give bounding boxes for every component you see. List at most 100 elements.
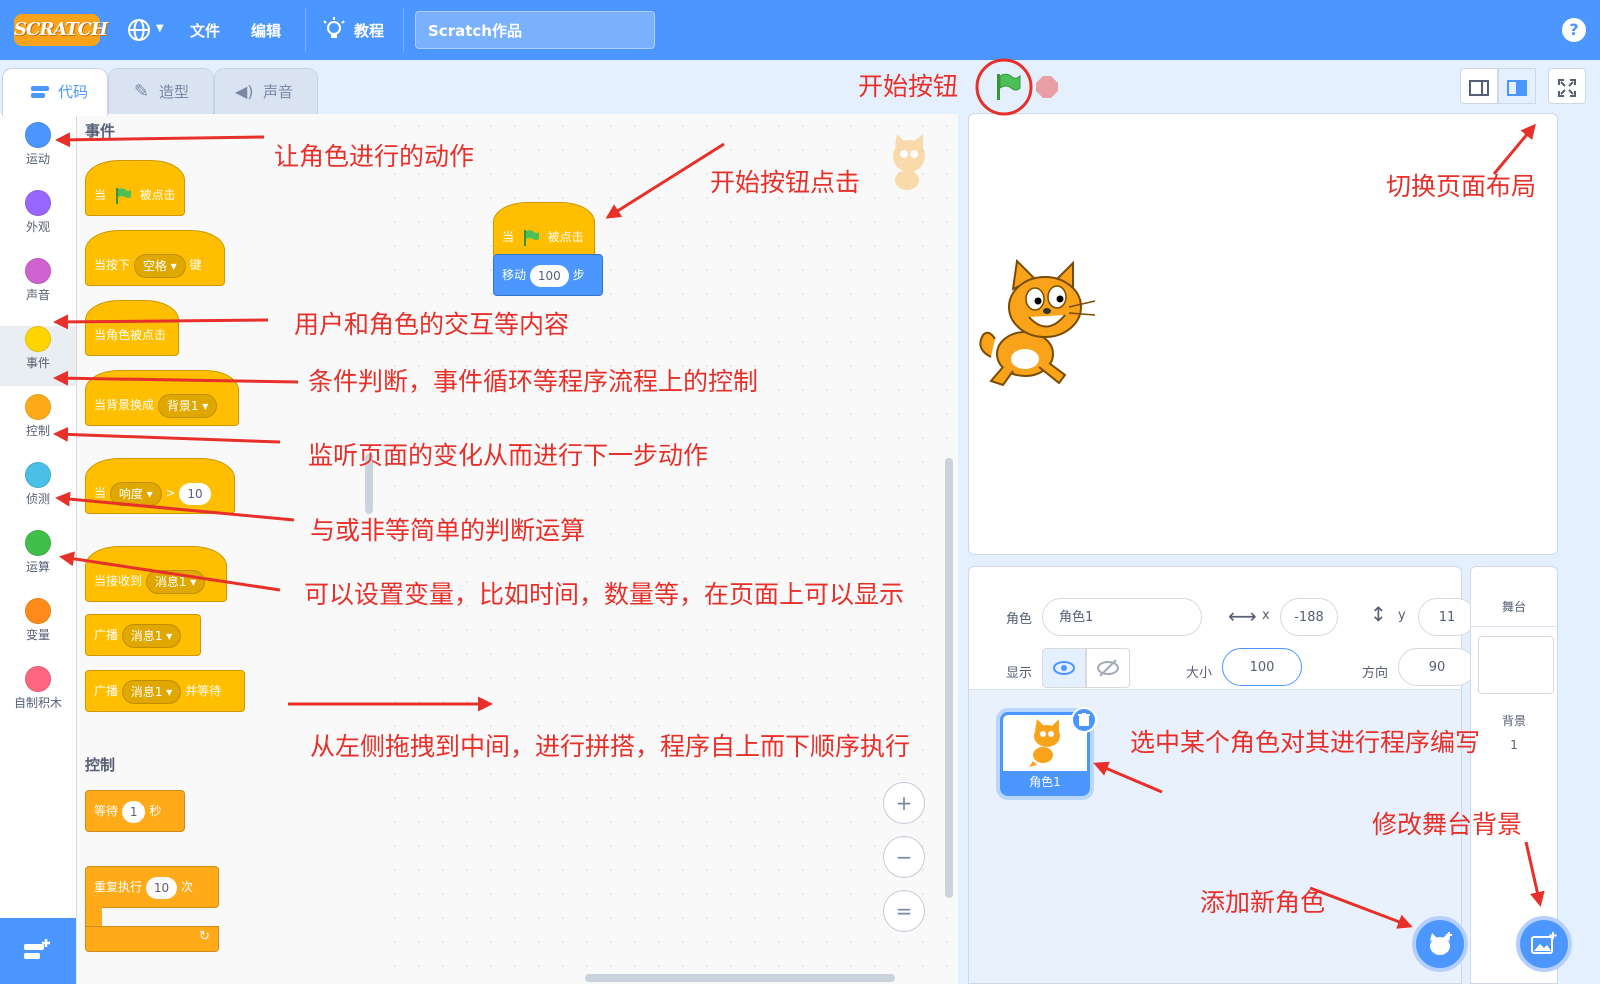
add-backdrop-button[interactable] xyxy=(1516,916,1572,972)
script-workspace[interactable]: 当 被点击 移动 100 步 + − = xyxy=(383,114,958,984)
category-dot xyxy=(25,666,51,692)
block-when-greater-than[interactable]: 当 响度 ▾ > 10 xyxy=(85,458,235,514)
sprite-name-input[interactable]: 角色1 xyxy=(1042,598,1202,636)
zoom-out-button[interactable]: − xyxy=(883,836,925,878)
key-dropdown[interactable]: 空格 ▾ xyxy=(133,253,186,278)
sprite-tile-label: 角色1 xyxy=(1003,771,1087,793)
stop-button[interactable] xyxy=(1036,76,1058,98)
annotation-operators: 与或非等简单的判断运算 xyxy=(310,516,586,545)
message-dropdown[interactable]: 消息1 ▾ xyxy=(121,623,182,648)
sprite-thumbnail-icon xyxy=(893,134,925,190)
block-when-receive[interactable]: 当接收到 消息1 ▾ xyxy=(85,546,227,602)
category-my-blocks[interactable]: 自制积木 xyxy=(0,666,76,726)
block-text: 当角色被点击 xyxy=(94,328,167,342)
annotation-start-button: 开始按钮 xyxy=(858,72,959,101)
tab-costumes[interactable]: ✎ 造型 xyxy=(108,68,214,114)
dropdown-value: 背景1 xyxy=(166,398,199,413)
tab-sounds-label: 声音 xyxy=(263,83,294,101)
value-input[interactable]: 10 xyxy=(145,876,178,899)
backdrops-label: 背景 xyxy=(1501,714,1526,728)
block-when-backdrop-switches[interactable]: 当背景换成 背景1 ▾ xyxy=(85,370,239,426)
value-input[interactable]: 10 xyxy=(179,482,211,505)
large-stage-icon xyxy=(1507,79,1527,96)
x-position-icon: ⟷ xyxy=(1228,604,1257,628)
sensor-dropdown[interactable]: 响度 ▾ xyxy=(109,481,162,506)
show-hidden-button[interactable] xyxy=(1086,648,1130,688)
add-extension-button[interactable] xyxy=(0,918,76,984)
help-button[interactable]: ? xyxy=(1562,18,1586,42)
stop-icon xyxy=(1036,76,1058,98)
block-text: 广播 xyxy=(94,684,119,698)
backdrop-dropdown[interactable]: 背景1 ▾ xyxy=(157,393,218,418)
delete-sprite-button[interactable] xyxy=(1071,707,1097,733)
tab-sounds[interactable]: ◀) 声音 xyxy=(214,68,318,114)
block-wait[interactable]: 等待 1 秒 xyxy=(85,790,185,832)
workspace-horizontal-scrollbar[interactable] xyxy=(585,974,895,982)
category-dot xyxy=(25,122,51,148)
direction-input[interactable]: 90 xyxy=(1398,648,1476,686)
language-menu[interactable]: ▼ xyxy=(126,17,168,43)
category-control[interactable]: 控制 xyxy=(0,394,76,454)
edit-menu[interactable]: 编辑 xyxy=(251,20,281,41)
category-variables[interactable]: 变量 xyxy=(0,598,76,658)
cat-sprite[interactable] xyxy=(973,259,1103,394)
tutorials-menu[interactable]: 教程 xyxy=(322,17,392,43)
category-dot xyxy=(25,462,51,488)
tab-code[interactable]: 代码 xyxy=(2,68,108,116)
y-position-input[interactable]: 11 xyxy=(1418,598,1476,636)
category-dot xyxy=(25,598,51,624)
fullscreen-button[interactable] xyxy=(1548,68,1586,104)
add-sprite-button[interactable] xyxy=(1412,916,1468,972)
category-sensing[interactable]: 侦测 xyxy=(0,462,76,522)
block-broadcast-and-wait[interactable]: 广播 消息1 ▾ 并等待 xyxy=(85,670,245,712)
block-broadcast[interactable]: 广播 消息1 ▾ xyxy=(85,614,201,656)
category-label: 运算 xyxy=(25,560,50,574)
category-dot xyxy=(25,258,51,284)
script-block-when-flag-clicked[interactable]: 当 被点击 xyxy=(493,202,595,258)
y-position-icon: ↕ xyxy=(1370,602,1387,626)
category-looks[interactable]: 外观 xyxy=(0,190,76,250)
block-palette: 事件 当 被点击 当按下 空格 ▾ 键 当角色被点击 当背景换成 背景1 ▾ 当… xyxy=(77,114,384,984)
category-label: 变量 xyxy=(25,628,50,642)
block-text: 当 xyxy=(94,486,107,500)
block-when-flag-clicked[interactable]: 当 被点击 xyxy=(85,160,185,216)
add-sprite-icon xyxy=(1430,932,1452,955)
category-operators[interactable]: 运算 xyxy=(0,530,76,590)
zoom-in-button[interactable]: + xyxy=(883,782,925,824)
file-menu[interactable]: 文件 xyxy=(190,20,220,41)
category-label: 侦测 xyxy=(25,492,50,506)
category-label: 自制积木 xyxy=(13,696,62,710)
script-block-move[interactable]: 移动 100 步 xyxy=(493,254,603,296)
small-stage-button[interactable] xyxy=(1460,68,1498,104)
size-input[interactable]: 100 xyxy=(1222,648,1302,686)
category-motion[interactable]: 运动 xyxy=(0,122,76,182)
show-visible-button[interactable] xyxy=(1042,648,1086,688)
project-title-input[interactable]: Scratch作品 xyxy=(415,11,655,49)
category-label: 外观 xyxy=(25,220,50,234)
menu-bar xyxy=(0,0,1600,60)
green-flag-button[interactable] xyxy=(990,70,1024,104)
category-sound[interactable]: 声音 xyxy=(0,258,76,318)
block-when-sprite-clicked[interactable]: 当角色被点击 xyxy=(85,300,179,356)
workspace-vertical-scrollbar[interactable] xyxy=(945,458,953,898)
message-dropdown[interactable]: 消息1 ▾ xyxy=(121,679,182,704)
dropdown-value: 消息1 xyxy=(130,684,163,699)
message-dropdown[interactable]: 消息1 ▾ xyxy=(145,569,206,594)
block-text: 键 xyxy=(189,258,202,272)
small-stage-icon xyxy=(1469,79,1489,96)
zoom-reset-button[interactable]: = xyxy=(883,890,925,932)
dropdown-value: 消息1 xyxy=(130,628,163,643)
chevron-down-icon: ▼ xyxy=(156,23,164,34)
block-when-key-pressed[interactable]: 当按下 空格 ▾ 键 xyxy=(85,230,225,286)
category-events[interactable]: 事件 xyxy=(0,326,76,386)
scratch-logo[interactable]: SCRATCH xyxy=(14,14,108,46)
block-text: 重复执行 xyxy=(94,880,143,894)
value-input[interactable]: 1 xyxy=(121,800,146,823)
large-stage-button[interactable] xyxy=(1498,68,1536,104)
x-position-input[interactable]: -188 xyxy=(1280,598,1338,636)
block-text: 次 xyxy=(180,880,193,894)
block-repeat[interactable]: 重复执行 10 次 xyxy=(85,866,219,908)
block-text: 等待 xyxy=(94,804,119,818)
value-input[interactable]: 100 xyxy=(529,264,569,287)
sprite-tile[interactable]: 角色1 xyxy=(1000,707,1097,796)
